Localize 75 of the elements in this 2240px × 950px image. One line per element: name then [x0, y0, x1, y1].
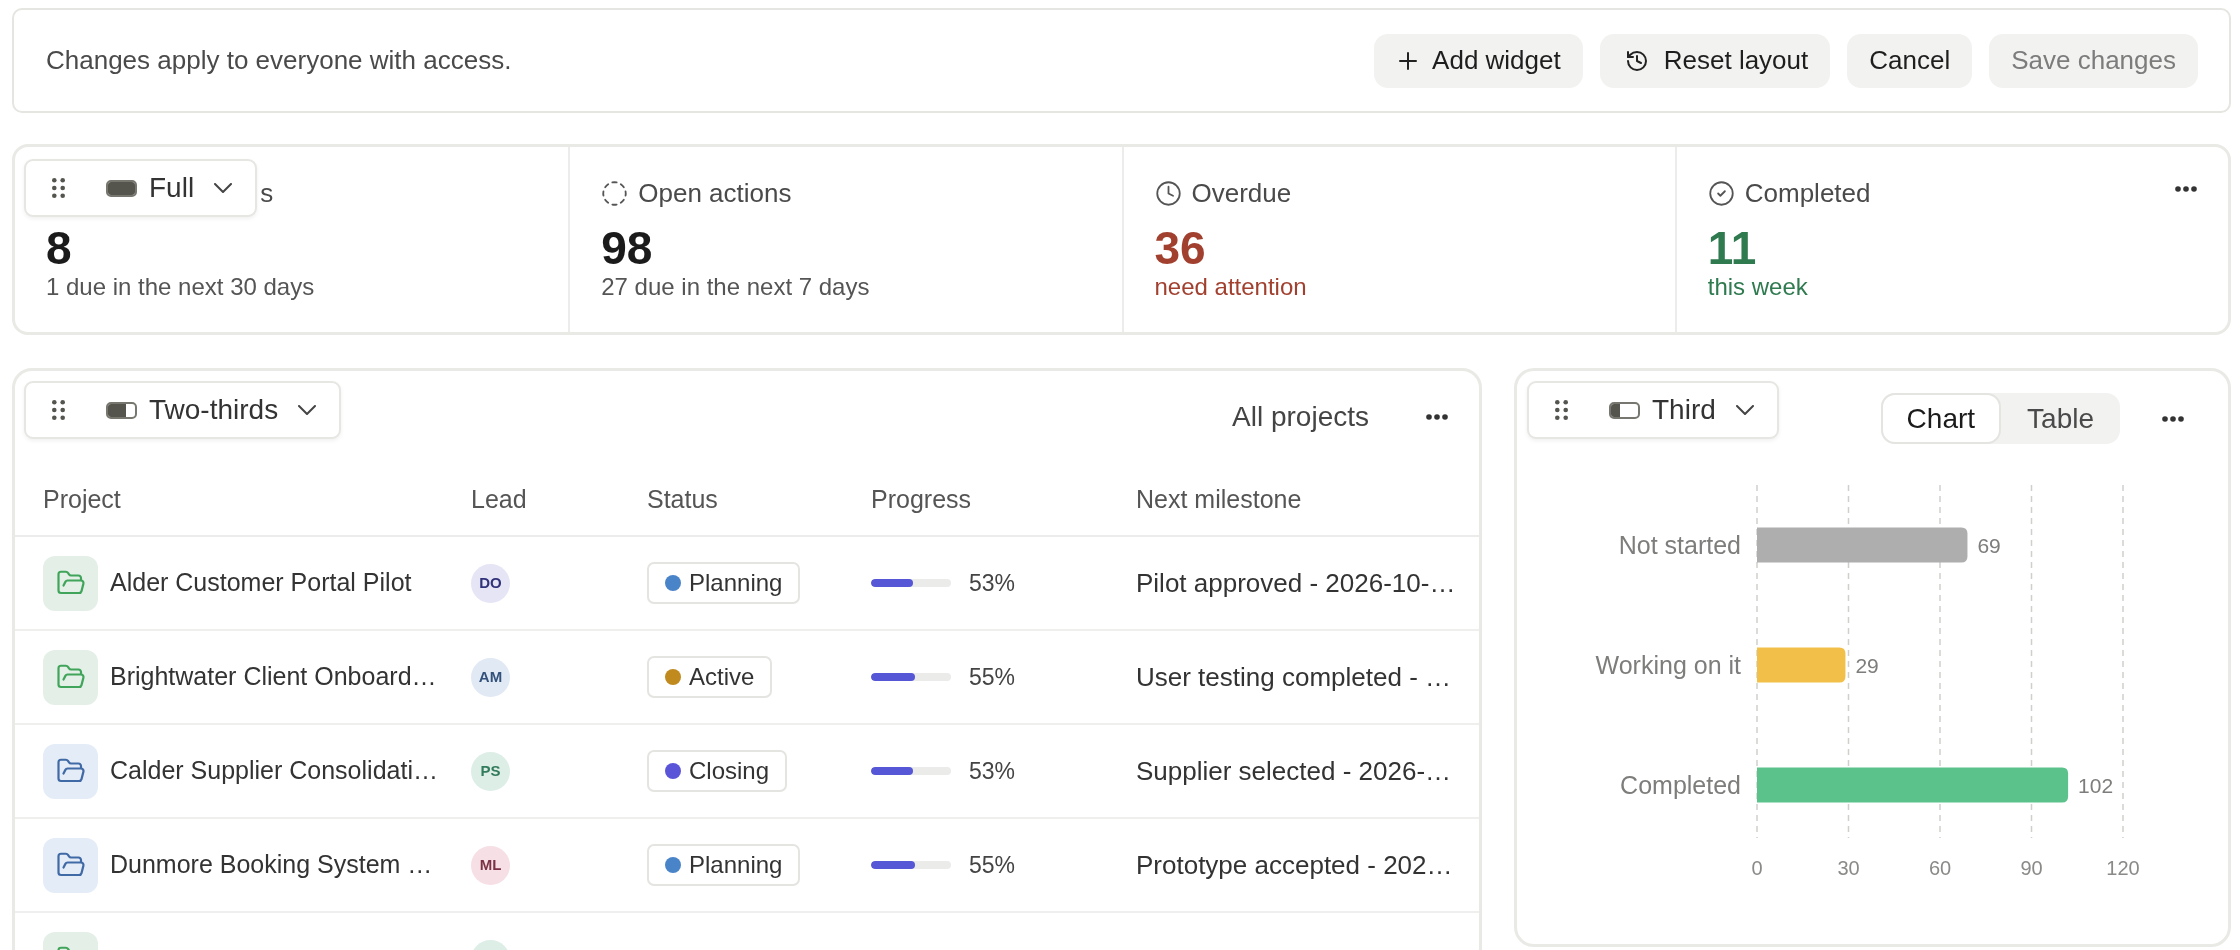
stat-label: Open actions — [638, 176, 792, 210]
drag-handle-icon[interactable] — [1555, 400, 1568, 420]
column-header: Lead — [471, 484, 527, 516]
stat-note: 1 due in the next 30 days — [46, 274, 315, 300]
drag-handle-icon[interactable] — [52, 178, 65, 198]
category-label: Completed — [1620, 771, 1741, 799]
width-icon — [1609, 401, 1640, 419]
chevron-down-icon — [298, 405, 317, 415]
status-label: Planning — [689, 850, 783, 880]
value-label: 102 — [2078, 773, 2114, 797]
chevron-down-icon — [1735, 405, 1754, 415]
avatar: ML — [471, 845, 510, 885]
plus-icon — [1399, 51, 1418, 70]
project-name: Brightwater Client Onboard… — [110, 661, 437, 693]
add-widget-button[interactable]: Add widget — [1374, 33, 1583, 88]
stat-label: Completed — [1744, 176, 1871, 210]
tick-label: 30 — [1837, 857, 1860, 879]
width-icon — [106, 401, 137, 419]
width-dropdown[interactable]: Full — [106, 174, 233, 202]
stat-value: 11 — [1707, 226, 1757, 270]
tick-label: 0 — [1751, 857, 1763, 879]
stat-value: 36 — [1154, 226, 1206, 270]
column-header: Next milestone — [1136, 484, 1302, 516]
status-label: Closing — [689, 756, 770, 786]
stat-note: need attention — [1154, 274, 1307, 300]
chevron-down-icon — [214, 183, 233, 193]
reset-layout-button[interactable]: Reset layout — [1599, 33, 1831, 88]
more-icon[interactable] — [2175, 186, 2197, 192]
tick-label: 60 — [1928, 857, 1952, 879]
stat-value: 98 — [601, 226, 653, 270]
view-tab[interactable]: Chart — [1880, 393, 2002, 444]
tick-label: 120 — [2106, 857, 2140, 879]
status-label: Planning — [689, 568, 783, 598]
milestone-text: User testing completed - … — [1136, 660, 1451, 694]
progress-reading: 55% — [969, 662, 1016, 692]
width-icon — [106, 179, 137, 197]
filter-label: All projects — [1232, 400, 1369, 434]
more-icon[interactable] — [1426, 414, 1448, 420]
project-name: Alder Customer Portal Pilot — [110, 567, 412, 599]
action-button[interactable]: Cancel — [1847, 33, 1973, 88]
stat-label: Overdue — [1191, 176, 1292, 210]
clock-icon — [1154, 179, 1182, 207]
milestone-text: Supplier selected - 2026-… — [1136, 754, 1452, 788]
value-label: 69 — [1977, 533, 2001, 557]
dashed-circle-icon — [601, 179, 629, 207]
progress-reading: 55% — [969, 850, 1016, 880]
stat-label: s — [260, 176, 274, 210]
drag-handle-icon[interactable] — [52, 400, 65, 420]
stat-note: 27 due in the next 7 days — [601, 274, 870, 300]
progress-reading: 53% — [969, 756, 1016, 786]
milestone-text: Pilot approved - 2026-10-… — [1136, 566, 1456, 600]
column-header: Project — [43, 484, 121, 516]
value-label: 29 — [1855, 653, 1879, 677]
avatar: PS — [471, 751, 510, 791]
status-label: Active — [689, 662, 755, 692]
milestone-text: Prototype accepted - 202… — [1136, 848, 1453, 882]
column-header: Status — [647, 484, 718, 516]
avatar: DO — [471, 563, 510, 603]
column-header: Progress — [871, 484, 972, 516]
project-name: Calder Supplier Consolidati… — [110, 755, 438, 787]
check-circle-icon — [1707, 179, 1735, 207]
tick-label: 90 — [2020, 857, 2043, 879]
notice-text: Changes apply to everyone with access. — [46, 44, 512, 77]
view-tab[interactable]: Table — [2001, 393, 2120, 444]
project-name: Dunmore Booking System … — [110, 849, 433, 881]
stat-note: this week — [1707, 274, 1808, 300]
category-label: Working on it — [1595, 651, 1741, 679]
progress-reading: 53% — [969, 568, 1016, 598]
more-icon[interactable] — [2162, 415, 2184, 422]
width-dropdown[interactable]: Third — [1609, 396, 1754, 424]
width-dropdown[interactable]: Two-thirds — [106, 396, 317, 424]
avatar: AM — [471, 657, 510, 697]
history-icon — [1624, 48, 1649, 73]
stat-value: 8 — [46, 226, 72, 270]
category-label: Not started — [1618, 531, 1741, 559]
